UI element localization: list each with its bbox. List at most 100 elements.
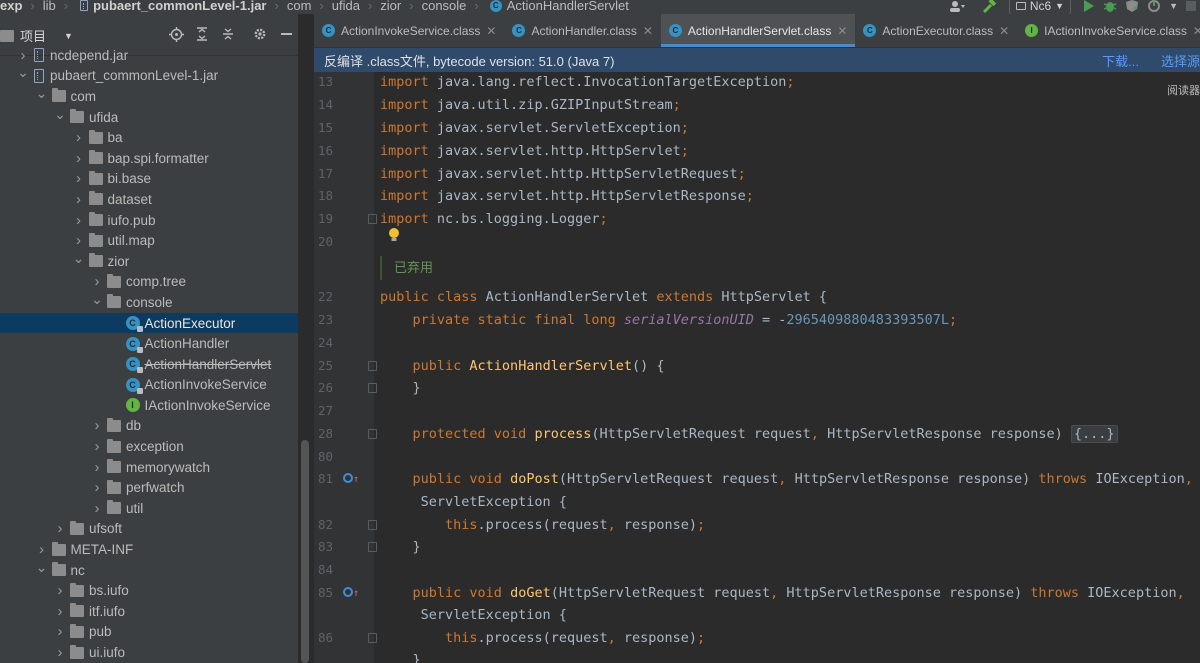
tree-item[interactable]: › dataset bbox=[0, 189, 298, 210]
tree-item[interactable]: C ActionInvokeService bbox=[0, 375, 298, 396]
tree-item[interactable]: I IActionInvokeService bbox=[0, 395, 298, 416]
tree-item[interactable]: ⌄ zior bbox=[0, 250, 298, 272]
close-icon[interactable]: ✕ bbox=[837, 24, 847, 38]
lightbulb-icon[interactable] bbox=[388, 228, 400, 242]
tree-item[interactable]: C ActionHandler bbox=[0, 333, 298, 354]
tree-item[interactable]: › META-INF bbox=[0, 539, 298, 560]
breadcrumb-item[interactable]: console bbox=[422, 0, 467, 13]
editor-tab[interactable]: C ActionHandler.class ✕ bbox=[504, 14, 660, 47]
fold-marker-icon[interactable] bbox=[368, 214, 377, 224]
stop-icon[interactable] bbox=[1182, 0, 1200, 14]
chevron-down-icon[interactable]: ⌄ bbox=[72, 250, 86, 267]
chevron-right-icon[interactable]: › bbox=[72, 212, 86, 229]
chevron-right-icon[interactable]: › bbox=[53, 520, 67, 537]
close-icon[interactable]: ✕ bbox=[643, 24, 653, 38]
tree-item[interactable]: ⌄ com bbox=[0, 85, 298, 107]
gear-icon[interactable] bbox=[252, 26, 268, 42]
tree-item[interactable]: › bs.iufo bbox=[0, 580, 298, 601]
tree-item[interactable]: › itf.iufo bbox=[0, 601, 298, 622]
override-icon[interactable] bbox=[343, 587, 353, 597]
run-config-select[interactable]: Nc6 ▼ bbox=[1008, 0, 1072, 14]
download-sources-link[interactable]: 下载... bbox=[1102, 51, 1139, 70]
fold-marker-icon[interactable] bbox=[368, 429, 377, 439]
chevron-right-icon[interactable]: › bbox=[35, 541, 49, 558]
chevron-down-icon[interactable]: ▼ bbox=[1165, 0, 1182, 14]
user-icon[interactable] bbox=[945, 0, 969, 14]
tree-item[interactable]: › comp.tree bbox=[0, 272, 298, 293]
breadcrumb-item[interactable]: zior bbox=[380, 0, 401, 13]
build-hammer-icon[interactable] bbox=[977, 0, 1001, 14]
code-area[interactable]: 阅读器 13 import java.lang.reflect.Invocatio… bbox=[314, 72, 1200, 663]
editor-tab[interactable]: C ActionInvokeService.class ✕ bbox=[314, 14, 504, 47]
chevron-down-icon[interactable]: ⌄ bbox=[35, 85, 49, 102]
editor-tab[interactable]: C ActionHandlerServlet.class ✕ bbox=[660, 14, 856, 47]
chevron-down-icon[interactable]: ⌄ bbox=[35, 559, 49, 576]
fold-marker-icon[interactable] bbox=[368, 520, 377, 530]
tree-item[interactable]: › pub bbox=[0, 622, 298, 643]
breadcrumb-item[interactable]: C ActionHandlerServlet bbox=[487, 0, 629, 13]
breadcrumb-item[interactable]: com bbox=[287, 0, 312, 13]
chevron-right-icon[interactable]: › bbox=[90, 500, 104, 517]
fold-marker-icon[interactable] bbox=[368, 542, 377, 552]
chevron-right-icon[interactable]: › bbox=[53, 603, 67, 620]
collapse-all-icon[interactable] bbox=[220, 26, 236, 42]
close-icon[interactable]: ✕ bbox=[999, 24, 1009, 38]
project-view-selector[interactable]: 项目 ▼ bbox=[0, 26, 73, 45]
chevron-right-icon[interactable]: › bbox=[90, 438, 104, 455]
fold-marker-icon[interactable] bbox=[368, 361, 377, 371]
tree-item[interactable]: › memorywatch bbox=[0, 457, 298, 478]
tree-item[interactable]: › db bbox=[0, 416, 298, 437]
breadcrumb-item[interactable]: pubaert_commonLevel-1.jar bbox=[76, 0, 267, 13]
tree-item[interactable]: › ui.iufo bbox=[0, 642, 298, 663]
fold-marker-icon[interactable] bbox=[368, 633, 377, 643]
chevron-right-icon[interactable]: › bbox=[53, 582, 67, 599]
tree-item[interactable]: ⌄ ufida bbox=[0, 106, 298, 128]
fold-marker-icon[interactable] bbox=[368, 383, 377, 393]
editor-tab[interactable]: C ActionExecutor.class ✕ bbox=[855, 14, 1017, 47]
tree-item[interactable]: › ufsoft bbox=[0, 519, 298, 540]
locate-icon[interactable] bbox=[168, 26, 184, 42]
chevron-right-icon[interactable]: › bbox=[72, 191, 86, 208]
chevron-right-icon[interactable]: › bbox=[90, 479, 104, 496]
tree-item[interactable]: › ncdepend.jar bbox=[0, 45, 298, 66]
chevron-right-icon[interactable]: › bbox=[53, 644, 67, 661]
profile-icon[interactable] bbox=[1143, 0, 1165, 14]
run-icon[interactable] bbox=[1079, 0, 1099, 14]
breadcrumb-item[interactable]: lib bbox=[43, 0, 56, 13]
override-icon[interactable] bbox=[343, 473, 353, 483]
chevron-right-icon[interactable]: › bbox=[53, 623, 67, 640]
close-icon[interactable]: ✕ bbox=[486, 24, 496, 38]
minimize-icon[interactable] bbox=[278, 26, 294, 42]
tree-item[interactable]: › bi.base bbox=[0, 169, 298, 190]
tree-item[interactable]: ⌄ pubaert_commonLevel-1.jar bbox=[0, 64, 298, 87]
tree-item[interactable]: › util bbox=[0, 498, 298, 519]
chevron-right-icon[interactable]: › bbox=[72, 129, 86, 146]
chevron-right-icon[interactable]: › bbox=[90, 273, 104, 290]
tree-item[interactable]: C ActionHandlerServlet bbox=[0, 354, 298, 375]
close-icon[interactable]: ✕ bbox=[1193, 24, 1200, 38]
tree-item[interactable]: ⌄ console bbox=[0, 291, 298, 313]
tree-item[interactable]: › iufo.pub bbox=[0, 210, 298, 231]
chevron-right-icon[interactable]: › bbox=[90, 459, 104, 476]
breadcrumb-item[interactable]: ufida bbox=[332, 0, 360, 13]
chevron-down-icon[interactable]: ⌄ bbox=[53, 106, 67, 123]
tree-item[interactable]: C ActionExecutor bbox=[0, 312, 298, 334]
breadcrumb-item[interactable]: exp bbox=[0, 0, 22, 13]
chevron-right-icon[interactable]: › bbox=[90, 417, 104, 434]
tree-item[interactable]: ⌄ nc bbox=[0, 559, 298, 581]
chevron-right-icon[interactable]: › bbox=[72, 150, 86, 167]
tree-item[interactable]: › bap.spi.formatter bbox=[0, 148, 298, 169]
tree-item[interactable]: › perfwatch bbox=[0, 477, 298, 498]
chevron-down-icon[interactable]: ⌄ bbox=[90, 291, 104, 308]
tree-item[interactable]: › exception bbox=[0, 436, 298, 457]
debug-icon[interactable] bbox=[1099, 0, 1121, 14]
expand-all-icon[interactable] bbox=[194, 26, 210, 42]
editor-tab[interactable]: I IActionInvokeService.class ✕ bbox=[1017, 14, 1200, 47]
chevron-right-icon[interactable]: › bbox=[72, 170, 86, 187]
coverage-icon[interactable] bbox=[1121, 0, 1143, 14]
project-panel-scrollbar[interactable] bbox=[301, 440, 309, 663]
tree-item[interactable]: › ba bbox=[0, 127, 298, 148]
chevron-right-icon[interactable]: › bbox=[16, 47, 30, 64]
chevron-right-icon[interactable]: › bbox=[72, 232, 86, 249]
tree-item[interactable]: › util.map bbox=[0, 230, 298, 251]
